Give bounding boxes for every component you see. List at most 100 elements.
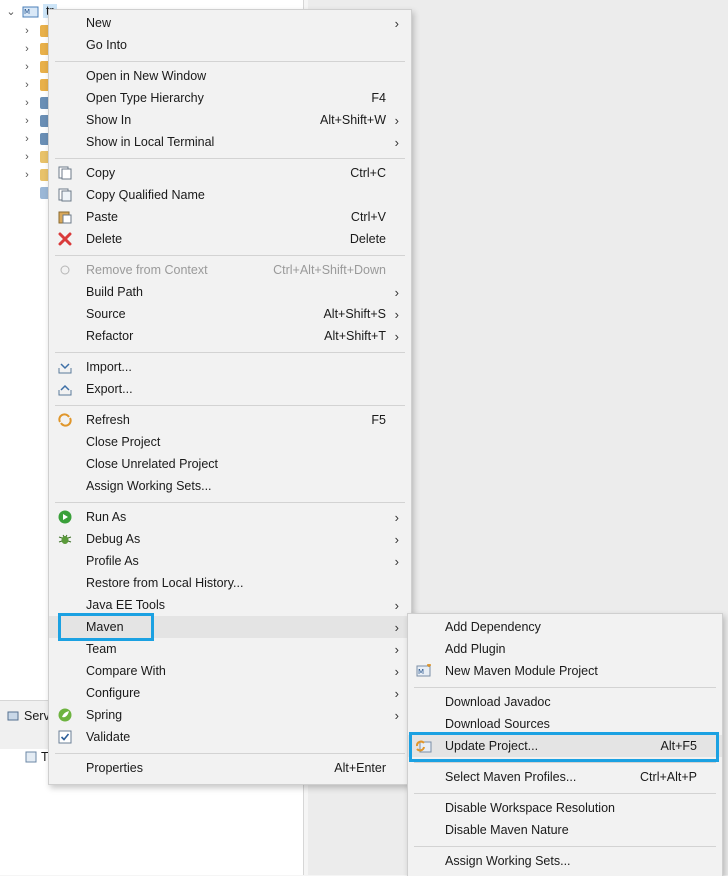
chevron-right-icon[interactable]: › [20,61,34,73]
menu-item-import[interactable]: Import... [49,356,411,378]
tree-row[interactable]: › [4,112,53,130]
menu-item-new-maven-module[interactable]: M New Maven Module Project [408,660,722,682]
server-row[interactable]: T [24,748,49,766]
menu-item-refresh[interactable]: Refresh F5 [49,409,411,431]
separator [414,846,716,847]
validate-check-icon [57,729,73,745]
chevron-right-icon: › [394,15,399,31]
servers-icon [6,709,20,723]
tree-row[interactable]: › [4,40,53,58]
separator [55,405,405,406]
tree-row[interactable]: › [4,148,53,166]
tree-row[interactable] [4,184,53,202]
menu-item-validate[interactable]: Validate [49,726,411,748]
menu-item-show-in[interactable]: Show In Alt+Shift+W › [49,109,411,131]
menu-item-show-local-terminal[interactable]: Show in Local Terminal › [49,131,411,153]
chevron-down-icon[interactable]: ⌄ [4,5,18,18]
menu-item-disable-maven-nature[interactable]: Disable Maven Nature [408,819,722,841]
tree-row[interactable]: › [4,166,53,184]
export-icon [57,381,73,397]
menu-item-delete[interactable]: Delete Delete [49,228,411,250]
paste-icon [57,209,73,225]
chevron-right-icon: › [394,663,399,679]
menu-item-run-as[interactable]: Run As › [49,506,411,528]
chevron-right-icon[interactable]: › [20,151,34,163]
chevron-right-icon[interactable]: › [20,115,34,127]
menu-item-add-dependency[interactable]: Add Dependency [408,616,722,638]
tree-row[interactable]: › [4,94,53,112]
delete-icon [57,231,73,247]
chevron-right-icon[interactable]: › [20,133,34,145]
menu-item-team[interactable]: Team › [49,638,411,660]
separator [55,502,405,503]
chevron-right-icon[interactable]: › [20,169,34,181]
chevron-right-icon[interactable]: › [20,97,34,109]
svg-text:M: M [418,668,424,676]
menu-item-export[interactable]: Export... [49,378,411,400]
chevron-right-icon: › [394,707,399,723]
menu-item-copy-qualified-name[interactable]: Copy Qualified Name [49,184,411,206]
chevron-right-icon[interactable]: › [20,43,34,55]
servers-tab[interactable]: Serv [6,709,50,723]
servers-tab-label: Serv [24,709,50,723]
menu-item-paste[interactable]: Paste Ctrl+V [49,206,411,228]
separator [414,687,716,688]
copy-icon [57,165,73,181]
copy-qualified-icon [57,187,73,203]
menu-item-restore-local-history[interactable]: Restore from Local History... [49,572,411,594]
chevron-right-icon: › [394,553,399,569]
debug-icon [57,531,73,547]
menu-item-assign-working-sets[interactable]: Assign Working Sets... [49,475,411,497]
menu-item-assign-working-sets-maven[interactable]: Assign Working Sets... [408,850,722,872]
menu-item-properties[interactable]: Properties Alt+Enter [49,757,411,779]
maven-module-icon: M [416,663,432,679]
menu-item-select-maven-profiles[interactable]: Select Maven Profiles... Ctrl+Alt+P [408,766,722,788]
separator [55,352,405,353]
chevron-right-icon: › [394,306,399,322]
menu-item-close-project[interactable]: Close Project [49,431,411,453]
import-icon [57,359,73,375]
menu-item-open-new-window[interactable]: Open in New Window [49,65,411,87]
chevron-right-icon: › [394,641,399,657]
chevron-right-icon: › [394,328,399,344]
menu-item-open-type-hierarchy[interactable]: Open Type Hierarchy F4 [49,87,411,109]
menu-item-add-plugin[interactable]: Add Plugin [408,638,722,660]
menu-item-refactor[interactable]: Refactor Alt+Shift+T › [49,325,411,347]
menu-item-debug-as[interactable]: Debug As › [49,528,411,550]
refresh-icon [57,412,73,428]
menu-item-go-into[interactable]: Go Into [49,34,411,56]
menu-item-profile-as[interactable]: Profile As › [49,550,411,572]
chevron-right-icon: › [394,284,399,300]
tree-row[interactable]: › [4,76,53,94]
menu-item-compare-with[interactable]: Compare With › [49,660,411,682]
spring-icon [57,707,73,723]
chevron-right-icon[interactable]: › [20,79,34,91]
context-menu: New › Go Into Open in New Window Open Ty… [48,9,412,785]
chevron-right-icon: › [394,685,399,701]
separator [55,158,405,159]
menu-item-build-path[interactable]: Build Path › [49,281,411,303]
chevron-right-icon: › [394,112,399,128]
menu-item-disable-workspace-resolution[interactable]: Disable Workspace Resolution [408,797,722,819]
tree-row[interactable]: › [4,58,53,76]
run-icon [57,509,73,525]
remove-context-icon [57,262,73,278]
menu-item-spring[interactable]: Spring › [49,704,411,726]
menu-item-download-javadoc[interactable]: Download Javadoc [408,691,722,713]
menu-item-configure[interactable]: Configure › [49,682,411,704]
svg-text:M: M [24,8,30,16]
separator [55,255,405,256]
separator [414,793,716,794]
menu-item-new[interactable]: New › [49,12,411,34]
menu-item-close-unrelated-project[interactable]: Close Unrelated Project [49,453,411,475]
tree-row[interactable]: › [4,130,53,148]
menu-item-copy[interactable]: Copy Ctrl+C [49,162,411,184]
separator [55,61,405,62]
chevron-right-icon: › [394,597,399,613]
chevron-right-icon: › [394,619,399,635]
menu-item-source[interactable]: Source Alt+Shift+S › [49,303,411,325]
chevron-right-icon[interactable]: › [20,25,34,37]
update-project-highlight-box [409,732,719,762]
tree-row[interactable]: › [4,22,53,40]
separator [55,753,405,754]
